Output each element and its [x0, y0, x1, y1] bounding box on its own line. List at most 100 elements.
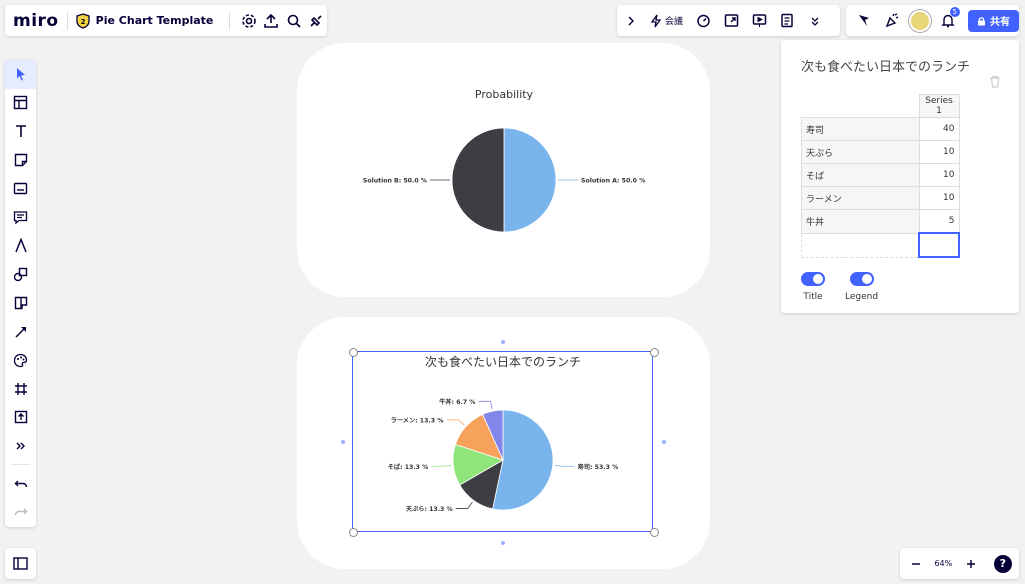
screen-share-icon[interactable] [717, 7, 745, 35]
card-icon[interactable] [5, 174, 36, 203]
resize-handle[interactable] [650, 528, 659, 537]
divider [66, 11, 68, 30]
undo-icon[interactable] [5, 469, 36, 498]
shield-badge-icon[interactable]: 2 [75, 7, 90, 35]
upload-content-icon[interactable] [5, 403, 36, 432]
gear-icon[interactable] [238, 7, 260, 35]
title-toggle-group: Title [801, 272, 825, 302]
text-icon[interactable] [5, 117, 36, 146]
user-toolbar: 5 共有 [846, 5, 1019, 36]
pie-chart-probability[interactable]: Probability Solution A: 50.0 % Solution B:… [297, 43, 710, 297]
row-label[interactable]: 牛丼 [801, 209, 920, 234]
empty-label-cell[interactable] [801, 232, 920, 258]
more-tools-icon[interactable] [5, 432, 36, 461]
row-label[interactable]: 寿司 [801, 117, 920, 141]
chart-card-probability[interactable]: Probability Solution A: 50.0 % Solution B:… [297, 43, 710, 297]
sidebar-toggle-button[interactable] [5, 548, 36, 579]
resize-handle[interactable] [349, 528, 358, 537]
celebrate-icon[interactable] [878, 7, 906, 35]
chevron-right-icon[interactable] [617, 7, 645, 35]
row-value[interactable]: 10 [918, 163, 960, 187]
kanban-icon[interactable] [5, 289, 36, 318]
search-icon[interactable] [283, 7, 305, 35]
arrow-line-icon[interactable] [5, 317, 36, 346]
pen-icon[interactable] [5, 232, 36, 261]
selection-box[interactable] [352, 351, 653, 532]
upload-icon[interactable] [260, 7, 282, 35]
trash-icon[interactable] [989, 75, 1001, 88]
connection-dot[interactable] [662, 440, 666, 444]
meeting-label: 会議 [665, 17, 684, 27]
comment-icon[interactable] [5, 203, 36, 232]
title-toggle-label: Title [803, 292, 823, 302]
redo-icon[interactable] [5, 498, 36, 527]
active-cell[interactable] [918, 232, 960, 258]
timer-icon[interactable] [689, 7, 717, 35]
table-row: そば 10 [801, 163, 960, 187]
title-toggle[interactable] [801, 272, 825, 286]
board-header: miro 2 Pie Chart Template [5, 5, 327, 36]
legend-toggle[interactable] [849, 272, 874, 286]
zoom-level[interactable]: 64% [934, 559, 952, 568]
row-label[interactable]: そば [801, 163, 920, 187]
resize-handle[interactable] [650, 348, 659, 357]
series-header[interactable]: Series 1 [918, 94, 960, 118]
share-label: 共有 [990, 17, 1010, 28]
meeting-button[interactable]: 会議 [649, 14, 683, 28]
table-row-empty [801, 232, 960, 258]
zoom-controls: 64% ? [900, 548, 1019, 579]
resize-handle[interactable] [349, 348, 358, 357]
collaboration-toolbar: 会議 [617, 5, 840, 36]
palette-icon[interactable] [5, 346, 36, 375]
magic-plug-icon[interactable] [305, 7, 327, 35]
chevrons-down-icon[interactable] [801, 7, 829, 35]
shield-badge-number: 2 [80, 18, 85, 26]
select-cursor-icon[interactable] [5, 60, 36, 89]
chart-title: Probability [475, 88, 534, 101]
shapes-icon[interactable] [5, 260, 36, 289]
row-value[interactable]: 5 [918, 209, 960, 234]
table-row: 牛丼 5 [801, 209, 960, 234]
chart-data-panel: 次も食べたい日本でのランチ Series 1 寿司 40 天ぷら 10 そば 10 ラ… [781, 40, 1019, 313]
zoom-in-icon[interactable] [957, 550, 985, 578]
miro-logo[interactable]: miro [13, 11, 59, 31]
notes-icon[interactable] [773, 7, 801, 35]
board-title[interactable]: Pie Chart Template [96, 14, 214, 27]
row-value[interactable]: 40 [918, 117, 960, 141]
bell-icon[interactable]: 5 [934, 6, 962, 35]
row-label[interactable]: ラーメン [801, 186, 920, 210]
template-icon[interactable] [5, 89, 36, 118]
cursor-flag-icon[interactable] [850, 7, 878, 35]
empty-header-cell [802, 95, 920, 118]
data-table: Series 1 寿司 40 天ぷら 10 そば 10 ラーメン 10 牛丼 5 [801, 94, 960, 258]
row-label[interactable]: 天ぷら [801, 140, 920, 164]
notification-count: 5 [949, 6, 960, 17]
chart-title-field[interactable]: 次も食べたい日本でのランチ [801, 56, 970, 75]
sidebar-icon [13, 557, 28, 570]
slice-label: Solution A: 50.0 % [581, 178, 645, 185]
slice-label: Solution B: 50.0 % [363, 178, 427, 185]
lock-icon [978, 16, 985, 25]
present-icon[interactable] [745, 7, 773, 35]
creation-toolbar [5, 60, 36, 527]
row-value[interactable]: 10 [918, 186, 960, 210]
connection-dot[interactable] [341, 440, 345, 444]
table-row: ラーメン 10 [801, 186, 960, 210]
help-icon[interactable]: ? [989, 550, 1017, 578]
connection-dot[interactable] [501, 340, 505, 344]
pie-slice-1[interactable] [503, 127, 557, 233]
connection-dot[interactable] [501, 541, 505, 545]
sticky-note-icon[interactable] [5, 146, 36, 175]
table-row: 天ぷら 10 [801, 140, 960, 164]
share-button[interactable]: 共有 [968, 9, 1019, 32]
zoom-out-icon[interactable] [902, 550, 930, 578]
avatar[interactable] [906, 7, 934, 35]
table-row: 寿司 40 [801, 117, 960, 141]
toolbar-divider [11, 464, 30, 466]
legend-toggle-label: Legend [845, 292, 879, 302]
frame-icon[interactable] [5, 375, 36, 404]
legend-toggle-group: Legend [845, 272, 878, 302]
row-value[interactable]: 10 [918, 140, 960, 164]
lightning-icon [650, 14, 662, 27]
pie-slice-2[interactable] [451, 127, 505, 233]
